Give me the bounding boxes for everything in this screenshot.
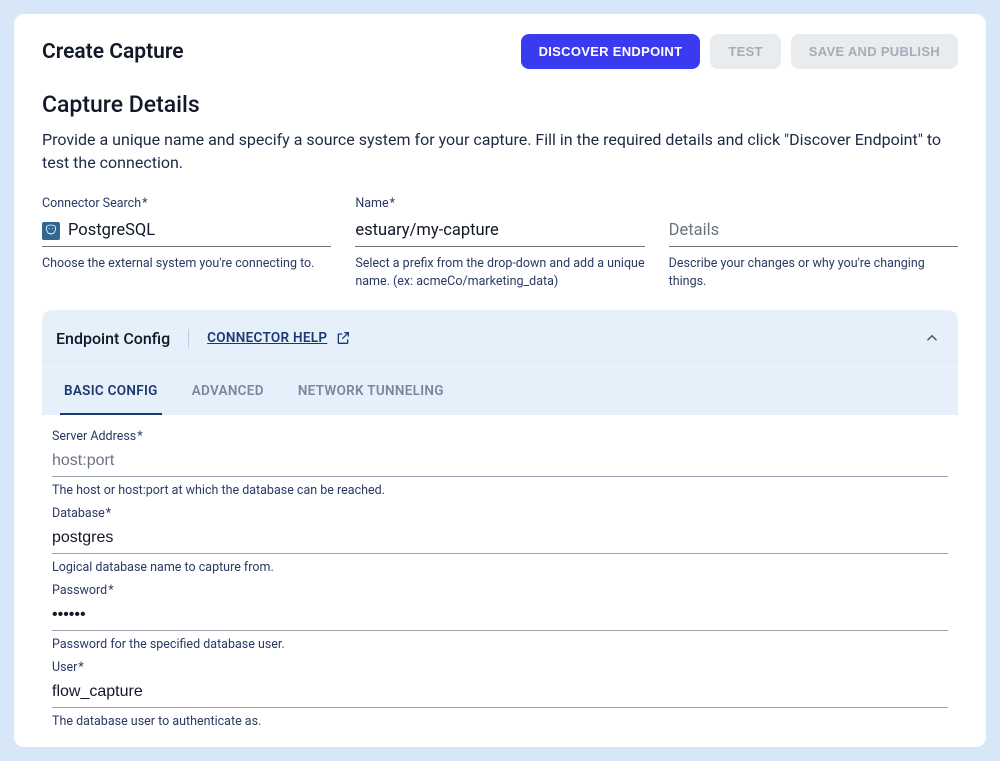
user-input[interactable] <box>52 679 948 708</box>
connector-help-label: CONNECTOR HELP <box>207 330 327 346</box>
endpoint-config-panel: Endpoint Config CONNECTOR HELP BASIC CON… <box>42 310 958 747</box>
password-label: Password <box>52 583 948 598</box>
postgresql-icon <box>42 222 60 240</box>
tab-network-tunneling[interactable]: NETWORK TUNNELING <box>294 367 448 415</box>
header-buttons: DISCOVER ENDPOINT TEST SAVE AND PUBLISH <box>521 34 958 69</box>
save-and-publish-button[interactable]: SAVE AND PUBLISH <box>791 34 958 69</box>
tab-basic-config[interactable]: BASIC CONFIG <box>60 367 162 415</box>
test-button[interactable]: TEST <box>710 34 780 69</box>
server-address-field: Server Address The host or host:port at … <box>52 429 948 498</box>
server-address-help: The host or host:port at which the datab… <box>52 483 948 498</box>
details-input-row[interactable]: Details <box>669 217 958 247</box>
basic-config-form: Server Address The host or host:port at … <box>42 415 958 747</box>
database-help: Logical database name to capture from. <box>52 560 948 575</box>
database-field: Database Logical database name to captur… <box>52 506 948 575</box>
name-label: Name <box>355 196 644 211</box>
details-help-text: Describe your changes or why you're chan… <box>669 255 958 290</box>
collapse-toggle[interactable] <box>922 328 942 348</box>
connector-column: Connector Search PostgreSQL Choose the e… <box>42 196 331 290</box>
tab-advanced[interactable]: ADVANCED <box>188 367 268 415</box>
section-title: Capture Details <box>42 91 958 118</box>
details-placeholder: Details <box>669 221 720 240</box>
top-row: Create Capture DISCOVER ENDPOINT TEST SA… <box>42 34 958 69</box>
discover-endpoint-button[interactable]: DISCOVER ENDPOINT <box>521 34 701 69</box>
name-value: estuary/my-capture <box>355 221 498 240</box>
connector-help-link[interactable]: CONNECTOR HELP <box>207 330 351 346</box>
password-input[interactable] <box>52 602 948 631</box>
create-capture-card: Create Capture DISCOVER ENDPOINT TEST SA… <box>14 14 986 747</box>
name-input-row[interactable]: estuary/my-capture <box>355 217 644 247</box>
server-address-label: Server Address <box>52 429 948 444</box>
external-link-icon <box>335 330 351 346</box>
password-field: Password Password for the specified data… <box>52 583 948 652</box>
panel-title: Endpoint Config <box>56 329 189 348</box>
section-description: Provide a unique name and specify a sour… <box>42 128 958 174</box>
config-tabs: BASIC CONFIG ADVANCED NETWORK TUNNELING <box>42 366 958 415</box>
panel-header: Endpoint Config CONNECTOR HELP <box>42 310 958 366</box>
details-grid: Connector Search PostgreSQL Choose the e… <box>42 196 958 290</box>
connector-value: PostgreSQL <box>68 221 155 240</box>
connector-label: Connector Search <box>42 196 331 211</box>
password-help: Password for the specified database user… <box>52 637 948 652</box>
details-column: . Details Describe your changes or why y… <box>669 196 958 290</box>
server-address-input[interactable] <box>52 448 948 477</box>
user-label: User <box>52 660 948 675</box>
name-column: Name estuary/my-capture Select a prefix … <box>355 196 644 290</box>
connector-select[interactable]: PostgreSQL <box>42 217 331 247</box>
user-field: User The database user to authenticate a… <box>52 660 948 729</box>
database-input[interactable] <box>52 525 948 554</box>
name-help-text: Select a prefix from the drop-down and a… <box>355 255 644 290</box>
user-help: The database user to authenticate as. <box>52 714 948 729</box>
database-label: Database <box>52 506 948 521</box>
page-title: Create Capture <box>42 40 184 64</box>
connector-help-text: Choose the external system you're connec… <box>42 255 331 273</box>
